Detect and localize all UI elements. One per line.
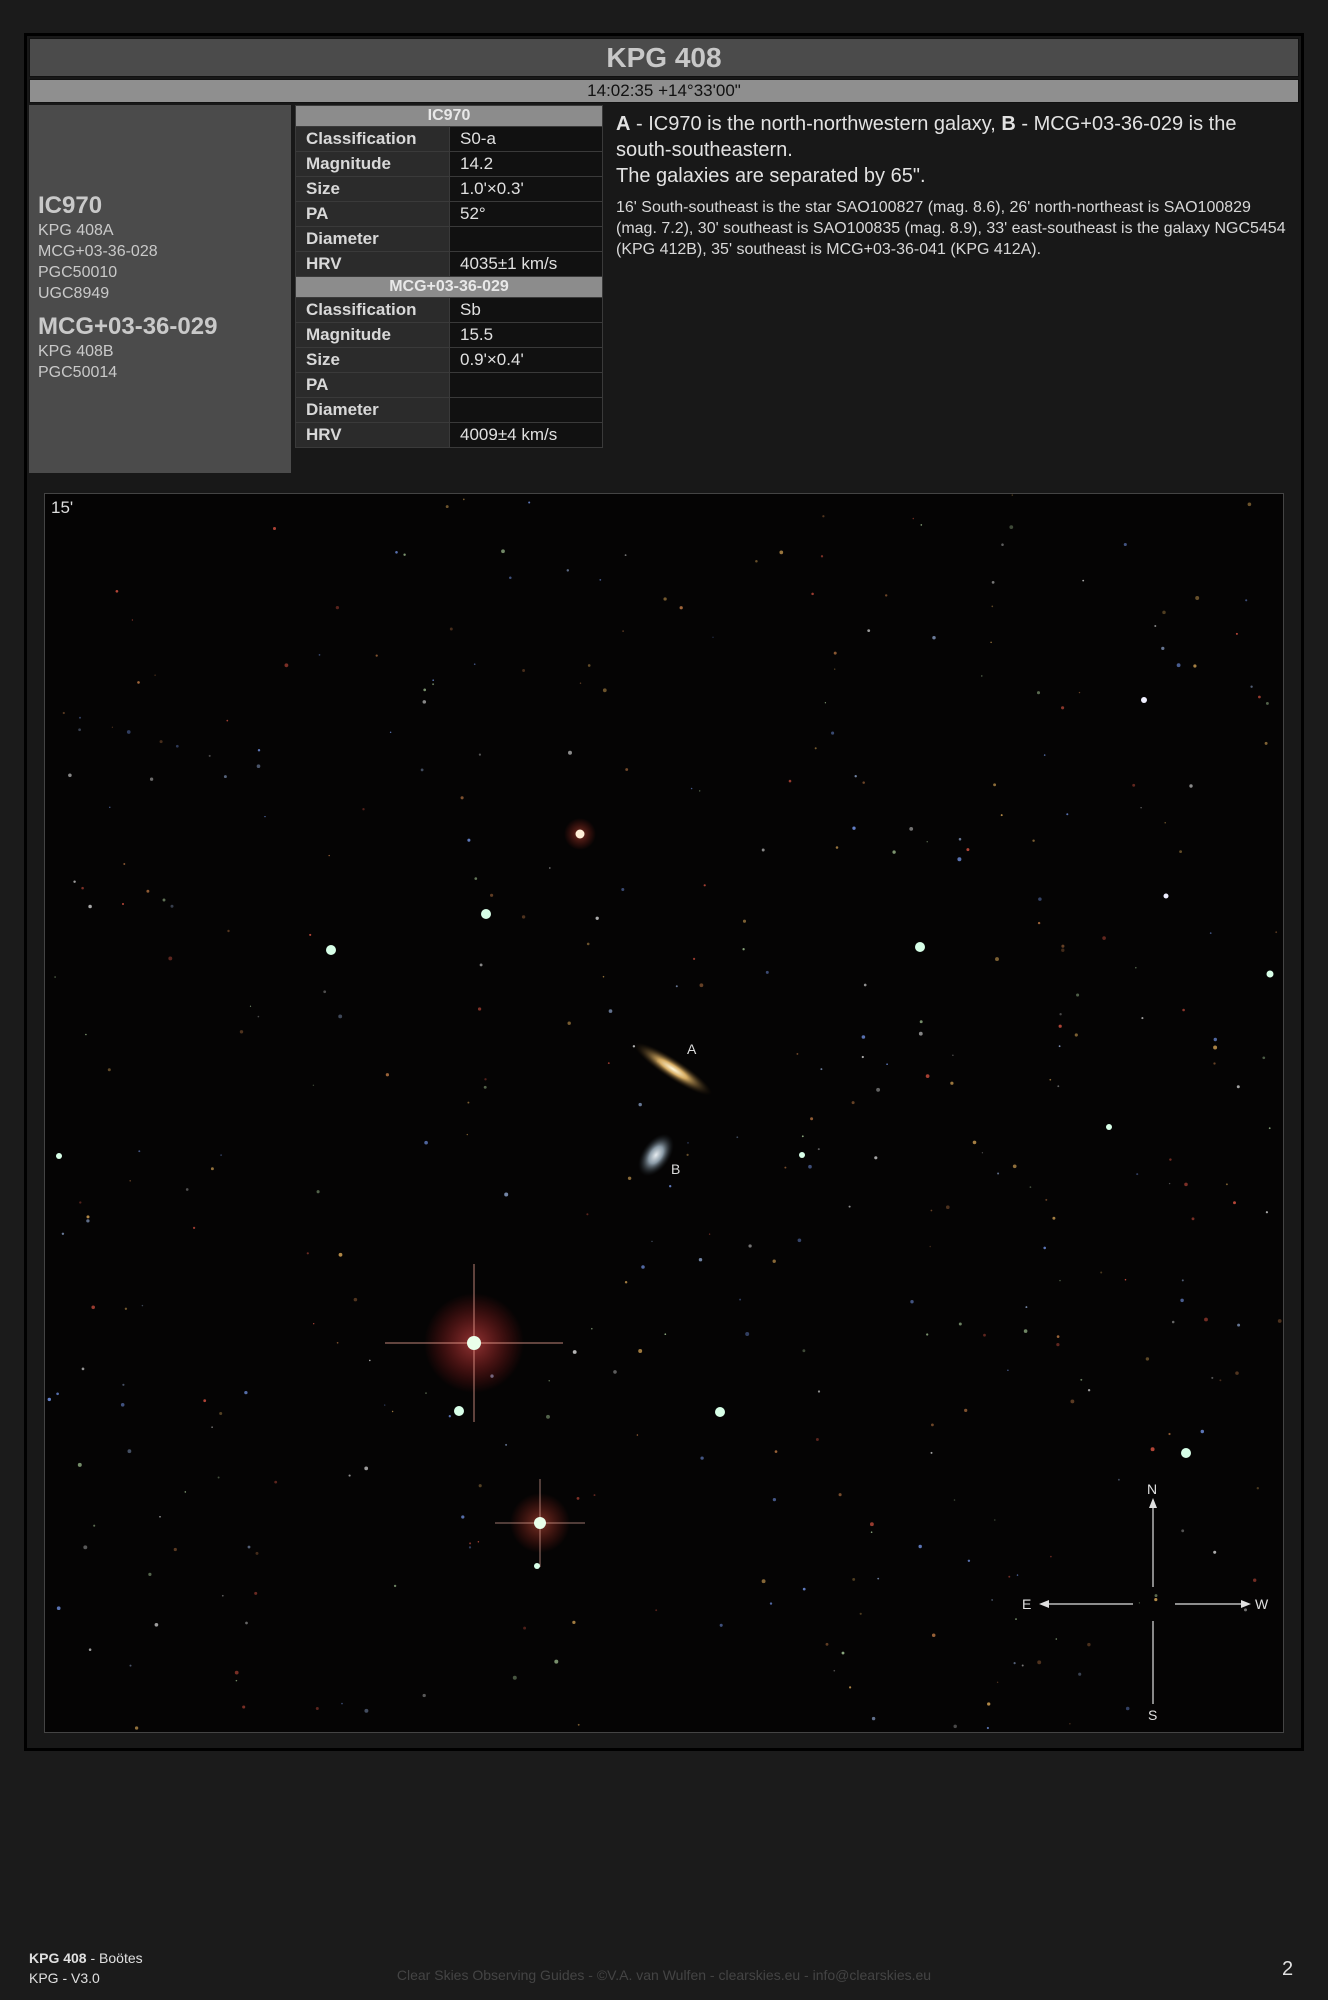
row-value: 4009±4 km/s bbox=[449, 422, 603, 448]
credits: Clear Skies Observing Guides - ©V.A. van… bbox=[396, 1967, 932, 1983]
table-row: Diameter bbox=[295, 397, 603, 423]
row-label: PA bbox=[295, 372, 450, 398]
table-row: Size 1.0'×0.3' bbox=[295, 176, 603, 202]
designations-panel: IC970 KPG 408A MCG+03-36-028 PGC50010 UG… bbox=[29, 105, 291, 473]
galaxy-a-text: - IC970 is the north-northwestern galaxy… bbox=[630, 113, 1002, 135]
table-row: PA 52° bbox=[295, 201, 603, 227]
table-row: Diameter bbox=[295, 226, 603, 252]
galaxy-b-alias: KPG 408B bbox=[38, 343, 114, 360]
galaxy-data-table: IC970 Classification S0-a Magnitude 14.2 S… bbox=[295, 105, 603, 448]
row-label: Classification bbox=[295, 297, 450, 323]
galaxy-a-letter: A bbox=[616, 113, 631, 135]
table-row: Classification Sb bbox=[295, 297, 603, 323]
galaxy-b-alias: PGC50014 bbox=[38, 364, 118, 381]
description-panel: A - IC970 is the north-northwestern gala… bbox=[608, 105, 1298, 473]
row-label: HRV bbox=[295, 251, 450, 277]
compass: N S E W bbox=[1022, 1481, 1269, 1723]
galaxy-pair: A B bbox=[634, 1041, 712, 1177]
galaxy-a-alias: PGC50010 bbox=[38, 264, 118, 281]
page-number: 2 bbox=[1282, 1958, 1294, 1980]
table-row: Magnitude 14.2 bbox=[295, 151, 603, 177]
compass-north-label: N bbox=[1147, 1481, 1157, 1497]
galaxy-a-name: IC970 bbox=[38, 192, 103, 219]
compass-west-label: W bbox=[1255, 1596, 1269, 1612]
row-value: 0.9'×0.4' bbox=[449, 347, 603, 373]
row-value: 15.5 bbox=[449, 322, 603, 348]
surroundings-text: 16' South-southeast is the star SAO10082… bbox=[616, 199, 1286, 258]
table-row: Magnitude 15.5 bbox=[295, 322, 603, 348]
galaxy-a-alias: UGC8949 bbox=[38, 285, 110, 302]
row-value: S0-a bbox=[449, 126, 603, 152]
sky-image: A B N S E W 15' bbox=[44, 493, 1284, 1733]
row-value: 1.0'×0.3' bbox=[449, 176, 603, 202]
compass-south-label: S bbox=[1148, 1707, 1157, 1723]
row-value: 52° bbox=[449, 201, 603, 227]
galaxy-a-image bbox=[634, 1042, 712, 1096]
galaxy-a-label: A bbox=[687, 1041, 697, 1057]
row-label: Size bbox=[295, 176, 450, 202]
row-value: 14.2 bbox=[449, 151, 603, 177]
table-row: HRV 4035±1 km/s bbox=[295, 251, 603, 277]
row-label: PA bbox=[295, 201, 450, 227]
row-label: Size bbox=[295, 347, 450, 373]
table-row: Classification S0-a bbox=[295, 126, 603, 152]
table-row: PA bbox=[295, 372, 603, 398]
row-value: 4035±1 km/s bbox=[449, 251, 603, 277]
row-label: Diameter bbox=[295, 397, 450, 423]
table-row: Size 0.9'×0.4' bbox=[295, 347, 603, 373]
galaxy-b-label: B bbox=[671, 1161, 680, 1177]
row-value: Sb bbox=[449, 297, 603, 323]
guide-sheet: KPG 408 14:02:35 +14°33'00" IC970 KPG 40… bbox=[24, 33, 1304, 1751]
sky-field: A B N S E W bbox=[47, 494, 1282, 1730]
page-title: KPG 408 bbox=[29, 38, 1299, 77]
compass-east-label: E bbox=[1022, 1596, 1031, 1612]
row-value bbox=[449, 226, 603, 252]
table-row: HRV 4009±4 km/s bbox=[295, 422, 603, 448]
galaxy-b-letter: B bbox=[1001, 113, 1016, 135]
row-label: Magnitude bbox=[295, 322, 450, 348]
row-label: Magnitude bbox=[295, 151, 450, 177]
row-label: HRV bbox=[295, 422, 450, 448]
row-label: Diameter bbox=[295, 226, 450, 252]
galaxy-b-name: MCG+03-36-029 bbox=[38, 313, 218, 340]
galaxy-a-alias: KPG 408A bbox=[38, 222, 114, 239]
pair-description: A - IC970 is the north-northwestern gala… bbox=[616, 111, 1290, 189]
row-value bbox=[449, 372, 603, 398]
scale-label: 15' bbox=[51, 498, 74, 517]
separation-text: The galaxies are separated by 65". bbox=[616, 165, 926, 187]
row-label: Classification bbox=[295, 126, 450, 152]
footer-constellation: - Boötes bbox=[86, 1950, 143, 1966]
galaxy-a-table-header: IC970 bbox=[295, 105, 603, 127]
galaxy-b-table-header: MCG+03-36-029 bbox=[295, 276, 603, 298]
background-stars bbox=[47, 494, 1282, 1730]
row-value bbox=[449, 397, 603, 423]
coordinates: 14:02:35 +14°33'00" bbox=[29, 79, 1299, 103]
footer-object: KPG 408 bbox=[29, 1950, 87, 1966]
galaxy-a-alias: MCG+03-36-028 bbox=[38, 243, 158, 260]
bright-stars bbox=[56, 697, 1274, 1569]
